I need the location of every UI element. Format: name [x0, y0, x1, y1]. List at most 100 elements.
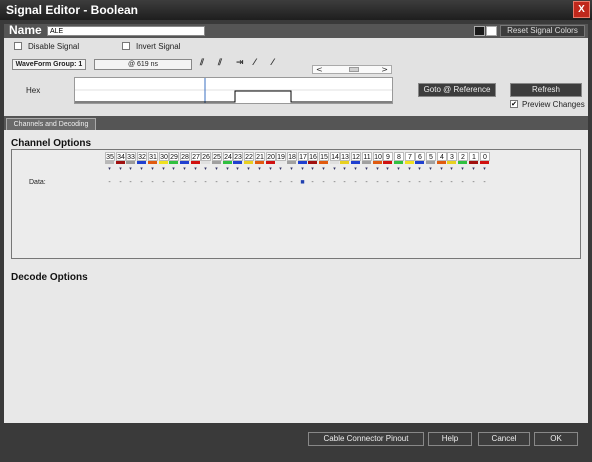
channel-color-swatch[interactable]: [180, 161, 189, 164]
channel-color-swatch[interactable]: [426, 161, 435, 164]
channel-settings-icon[interactable]: ▾: [458, 167, 467, 172]
close-button[interactable]: X: [573, 1, 590, 18]
channel-color-swatch[interactable]: [212, 161, 221, 164]
channel-settings-icon[interactable]: ▾: [340, 167, 349, 172]
preview-changes-checkbox[interactable]: ✔: [510, 100, 518, 108]
channel-settings-icon[interactable]: ▾: [373, 167, 382, 172]
channel-data-cell[interactable]: -: [201, 179, 210, 186]
channel-header[interactable]: 19: [276, 152, 286, 161]
rising-edge-icon[interactable]: ⫽: [200, 58, 204, 68]
channel-header[interactable]: 6: [415, 152, 425, 161]
channel-header[interactable]: 8: [394, 152, 404, 161]
channel-color-swatch[interactable]: [191, 161, 200, 164]
scroll-right-icon[interactable]: >: [381, 65, 388, 74]
channel-color-swatch[interactable]: [308, 161, 317, 164]
channel-header[interactable]: 20: [266, 152, 276, 161]
channel-header[interactable]: 27: [191, 152, 201, 161]
channel-settings-icon[interactable]: ▾: [105, 167, 114, 172]
channel-data-cell[interactable]: -: [480, 179, 489, 186]
channel-data-cell[interactable]: -: [233, 179, 242, 186]
channel-header[interactable]: 34: [116, 152, 126, 161]
channel-data-cell[interactable]: -: [276, 179, 285, 186]
channel-header[interactable]: 10: [373, 152, 383, 161]
channel-data-cell[interactable]: -: [351, 179, 360, 186]
channel-data-cell[interactable]: -: [116, 179, 125, 186]
channel-data-cell[interactable]: -: [287, 179, 296, 186]
channel-settings-icon[interactable]: ▾: [126, 167, 135, 172]
channel-header[interactable]: 3: [447, 152, 457, 161]
channel-data-cell[interactable]: -: [426, 179, 435, 186]
channel-color-swatch[interactable]: [148, 161, 157, 164]
channel-settings-icon[interactable]: ▾: [266, 167, 275, 172]
falling-edge-icon[interactable]: ⫽: [218, 58, 222, 68]
channel-settings-icon[interactable]: ▾: [191, 167, 200, 172]
channel-data-cell[interactable]: -: [362, 179, 371, 186]
channel-color-swatch[interactable]: [480, 161, 489, 164]
channel-header[interactable]: 12: [351, 152, 361, 161]
tab-channels-and-decoding[interactable]: Channels and Decoding: [6, 118, 96, 130]
color-swatch-dark[interactable]: [474, 26, 485, 36]
channel-color-swatch[interactable]: [276, 161, 285, 164]
channel-color-swatch[interactable]: [458, 161, 467, 164]
channel-settings-icon[interactable]: ▾: [447, 167, 456, 172]
channel-color-swatch[interactable]: [415, 161, 424, 164]
channel-color-swatch[interactable]: [105, 161, 114, 164]
channel-data-cell[interactable]: -: [447, 179, 456, 186]
channel-data-cell[interactable]: -: [383, 179, 392, 186]
channel-data-cell[interactable]: -: [394, 179, 403, 186]
channel-color-swatch[interactable]: [330, 161, 339, 164]
scroll-thumb[interactable]: [349, 67, 359, 72]
channel-data-cell[interactable]: ■: [298, 179, 307, 186]
channel-data-cell[interactable]: -: [373, 179, 382, 186]
channel-data-cell[interactable]: -: [191, 179, 200, 186]
channel-color-swatch[interactable]: [287, 161, 296, 164]
channel-color-swatch[interactable]: [373, 161, 382, 164]
channel-data-cell[interactable]: -: [266, 179, 275, 186]
channel-header[interactable]: 14: [330, 152, 340, 161]
channel-header[interactable]: 5: [426, 152, 436, 161]
channel-settings-icon[interactable]: ▾: [116, 167, 125, 172]
channel-settings-icon[interactable]: ▾: [244, 167, 253, 172]
channel-header[interactable]: 1: [469, 152, 479, 161]
channel-data-cell[interactable]: -: [405, 179, 414, 186]
channel-data-cell[interactable]: -: [308, 179, 317, 186]
channel-header[interactable]: 0: [480, 152, 490, 161]
channel-header[interactable]: 25: [212, 152, 222, 161]
channel-color-swatch[interactable]: [223, 161, 232, 164]
cancel-button[interactable]: Cancel: [478, 432, 530, 446]
channel-color-swatch[interactable]: [255, 161, 264, 164]
channel-data-cell[interactable]: -: [180, 179, 189, 186]
waveform-group-button[interactable]: WaveForm Group: 1: [12, 59, 86, 70]
channel-settings-icon[interactable]: ▾: [415, 167, 424, 172]
channel-color-swatch[interactable]: [340, 161, 349, 164]
channel-data-cell[interactable]: -: [105, 179, 114, 186]
channel-data-cell[interactable]: -: [148, 179, 157, 186]
channel-color-swatch[interactable]: [266, 161, 275, 164]
channel-data-cell[interactable]: -: [330, 179, 339, 186]
channel-settings-icon[interactable]: ▾: [201, 167, 210, 172]
channel-color-swatch[interactable]: [159, 161, 168, 164]
channel-header[interactable]: 26: [201, 152, 211, 161]
channel-color-swatch[interactable]: [137, 161, 146, 164]
reset-signal-colors-button[interactable]: Reset Signal Colors: [500, 25, 585, 37]
refresh-button[interactable]: Refresh: [510, 83, 582, 97]
channel-settings-icon[interactable]: ▾: [394, 167, 403, 172]
channel-color-swatch[interactable]: [362, 161, 371, 164]
channel-data-cell[interactable]: -: [415, 179, 424, 186]
channel-settings-icon[interactable]: ▾: [255, 167, 264, 172]
channel-color-swatch[interactable]: [244, 161, 253, 164]
channel-settings-icon[interactable]: ▾: [437, 167, 446, 172]
channel-settings-icon[interactable]: ▾: [169, 167, 178, 172]
channel-settings-icon[interactable]: ▾: [330, 167, 339, 172]
channel-data-cell[interactable]: -: [169, 179, 178, 186]
channel-header[interactable]: 21: [255, 152, 265, 161]
channel-header[interactable]: 11: [362, 152, 372, 161]
color-swatch-light[interactable]: [486, 26, 497, 36]
cable-connector-pinout-button[interactable]: Cable Connector Pinout: [308, 432, 424, 446]
pattern-edge-icon[interactable]: ⁄: [272, 58, 274, 68]
help-button[interactable]: Help: [428, 432, 472, 446]
channel-settings-icon[interactable]: ▾: [405, 167, 414, 172]
channel-color-swatch[interactable]: [169, 161, 178, 164]
channel-color-swatch[interactable]: [394, 161, 403, 164]
channel-settings-icon[interactable]: ▾: [319, 167, 328, 172]
